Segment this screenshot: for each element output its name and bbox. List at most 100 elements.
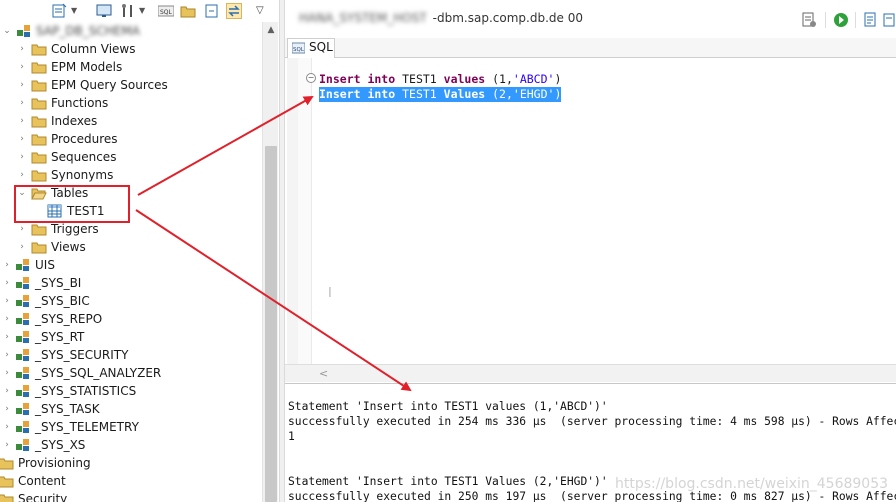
scroll-left-icon[interactable]: < <box>319 365 328 383</box>
tree-item-procedures[interactable]: › Procedures <box>0 130 262 148</box>
tools-icon[interactable] <box>120 3 136 19</box>
scrollbar-thumb[interactable] <box>265 146 277 502</box>
watermark: https://blog.csdn.net/weixin_45689053 <box>615 476 889 492</box>
explain-plan-icon[interactable] <box>863 12 879 28</box>
chevron-right-icon[interactable]: › <box>2 346 12 364</box>
chevron-right-icon[interactable]: › <box>2 328 12 346</box>
tree-schema--sys-sql-analyzer[interactable]: › _SYS_SQL_ANALYZER <box>0 364 262 382</box>
annotation-highlight-box <box>14 185 130 223</box>
view-menu-icon[interactable]: ▽ <box>256 3 272 19</box>
result-line: Statement 'Insert into TEST1 values (1,'… <box>288 400 608 413</box>
execute-icon[interactable] <box>833 12 849 28</box>
tree-scrollbar[interactable]: ▲ <box>262 22 278 502</box>
chevron-right-icon[interactable]: › <box>17 94 27 112</box>
folder-icon <box>31 42 47 56</box>
tree-item-synonyms[interactable]: › Synonyms <box>0 166 262 184</box>
tab-sql[interactable]: SQL SQL <box>287 38 335 58</box>
monitor-icon[interactable] <box>96 3 112 19</box>
tree-schema--sys-xs[interactable]: › _SYS_XS <box>0 436 262 454</box>
catalog-panel: ▼ ▼ SQL ▽ ⌄ SAP_DB_SCHEMA › Column Views… <box>0 0 279 502</box>
chevron-right-icon[interactable]: › <box>17 58 27 76</box>
folder-icon <box>31 240 47 254</box>
sql-editor[interactable]: − Insert into TEST1 values (1,'ABCD') In… <box>285 58 896 380</box>
chevron-right-icon[interactable]: › <box>2 292 12 310</box>
sql-console-icon[interactable]: SQL <box>157 3 175 19</box>
tree-item-views[interactable]: › Views <box>0 238 262 256</box>
result-line: 1 <box>288 430 295 443</box>
tree-node-label: Content <box>18 474 66 488</box>
folder-icon <box>31 114 47 128</box>
tree-item-sequences[interactable]: › Sequences <box>0 148 262 166</box>
tree-schema--sys-rt[interactable]: › _SYS_RT <box>0 328 262 346</box>
tree-node-label: _SYS_TASK <box>35 402 100 416</box>
chevron-right-icon[interactable]: › <box>2 400 12 418</box>
code-keyword: Values <box>443 87 486 101</box>
tree-folder-content[interactable]: Content <box>0 472 262 490</box>
chevron-right-icon[interactable]: › <box>2 418 12 436</box>
sql-document-icon[interactable] <box>801 12 817 28</box>
code-line-1[interactable]: Insert into TEST1 values (1,'ABCD') <box>319 72 561 87</box>
tree-schema--sys-bic[interactable]: › _SYS_BIC <box>0 292 262 310</box>
tree-item-epm-models[interactable]: › EPM Models <box>0 58 262 76</box>
chevron-right-icon[interactable]: › <box>17 76 27 94</box>
tree-schema--sys-task[interactable]: › _SYS_TASK <box>0 400 262 418</box>
svg-text:SQL: SQL <box>160 9 173 16</box>
tree-schema--sys-repo[interactable]: › _SYS_REPO <box>0 310 262 328</box>
tree-node-label: EPM Models <box>51 60 123 74</box>
link-editor-icon[interactable] <box>226 3 242 19</box>
chevron-right-icon[interactable]: › <box>2 382 12 400</box>
tree-schema-root[interactable]: ⌄ SAP_DB_SCHEMA <box>0 22 262 40</box>
editor-gutter <box>298 58 312 380</box>
tree-schema--sys-statistics[interactable]: › _SYS_STATISTICS <box>0 382 262 400</box>
chevron-right-icon[interactable]: › <box>17 112 27 130</box>
code-keyword: Insert into <box>319 87 396 101</box>
text-cursor-icon: I <box>328 286 332 301</box>
connection-host-hidden: HANA_SYSTEM_HOST <box>299 11 427 25</box>
tree-item-column-views[interactable]: › Column Views <box>0 40 262 58</box>
scroll-up-icon[interactable]: ▲ <box>263 22 279 38</box>
folder-icon <box>31 150 47 164</box>
schema-icon <box>15 330 31 344</box>
chevron-right-icon[interactable]: › <box>17 130 27 148</box>
tree-folder-provisioning[interactable]: Provisioning <box>0 454 262 472</box>
tree-item-functions[interactable]: › Functions <box>0 94 262 112</box>
tree-folder-security[interactable]: Security <box>0 490 262 502</box>
chevron-right-icon[interactable]: › <box>17 166 27 184</box>
chevron-right-icon[interactable]: › <box>17 40 27 58</box>
chevron-right-icon[interactable]: › <box>17 148 27 166</box>
fold-collapse-icon[interactable]: − <box>306 73 316 83</box>
schema-icon <box>15 312 31 326</box>
tree-schema--sys-security[interactable]: › _SYS_SECURITY <box>0 346 262 364</box>
collapse-all-icon[interactable] <box>204 3 220 19</box>
tree-node-label: _SYS_XS <box>35 438 86 452</box>
new-sql-icon[interactable] <box>52 3 68 19</box>
tree-schema--sys-bi[interactable]: › _SYS_BI <box>0 274 262 292</box>
code-text: (1, <box>485 72 513 86</box>
chevron-right-icon[interactable]: › <box>2 364 12 382</box>
tree-node-label: Sequences <box>51 150 117 164</box>
chevron-right-icon[interactable]: › <box>2 436 12 454</box>
chevron-right-icon[interactable]: › <box>2 274 12 292</box>
code-text: (2, <box>485 87 513 101</box>
schema-icon <box>15 402 31 416</box>
tree-node-label: _SYS_REPO <box>35 312 103 326</box>
dropdown-arrow-icon[interactable]: ▼ <box>139 3 155 19</box>
editor-horizontal-scrollbar[interactable]: < <box>285 364 896 382</box>
dropdown-arrow-icon[interactable]: ▼ <box>71 3 87 19</box>
chevron-right-icon[interactable]: › <box>2 310 12 328</box>
code-keyword: values <box>443 72 486 86</box>
chevron-down-icon[interactable]: ⌄ <box>2 22 12 40</box>
code-string: 'EHGD' <box>512 87 555 101</box>
tree-item-indexes[interactable]: › Indexes <box>0 112 262 130</box>
result-console: Statement 'Insert into TEST1 values (1,'… <box>285 383 896 502</box>
tree-node-label: _SYS_STATISTICS <box>35 384 137 398</box>
tree-schema--sys-telemetry[interactable]: › _SYS_TELEMETRY <box>0 418 262 436</box>
chevron-right-icon[interactable]: › <box>2 256 12 274</box>
tree-item-epm-query-sources[interactable]: › EPM Query Sources <box>0 76 262 94</box>
tree-node-label: _SYS_RT <box>35 330 85 344</box>
code-line-2-selected[interactable]: Insert into TEST1 Values (2,'EHGD') <box>319 87 562 102</box>
chevron-right-icon[interactable]: › <box>17 238 27 256</box>
format-icon[interactable] <box>883 12 896 28</box>
tree-schema-uis[interactable]: › UIS <box>0 256 262 274</box>
open-folder-icon[interactable] <box>180 3 196 19</box>
